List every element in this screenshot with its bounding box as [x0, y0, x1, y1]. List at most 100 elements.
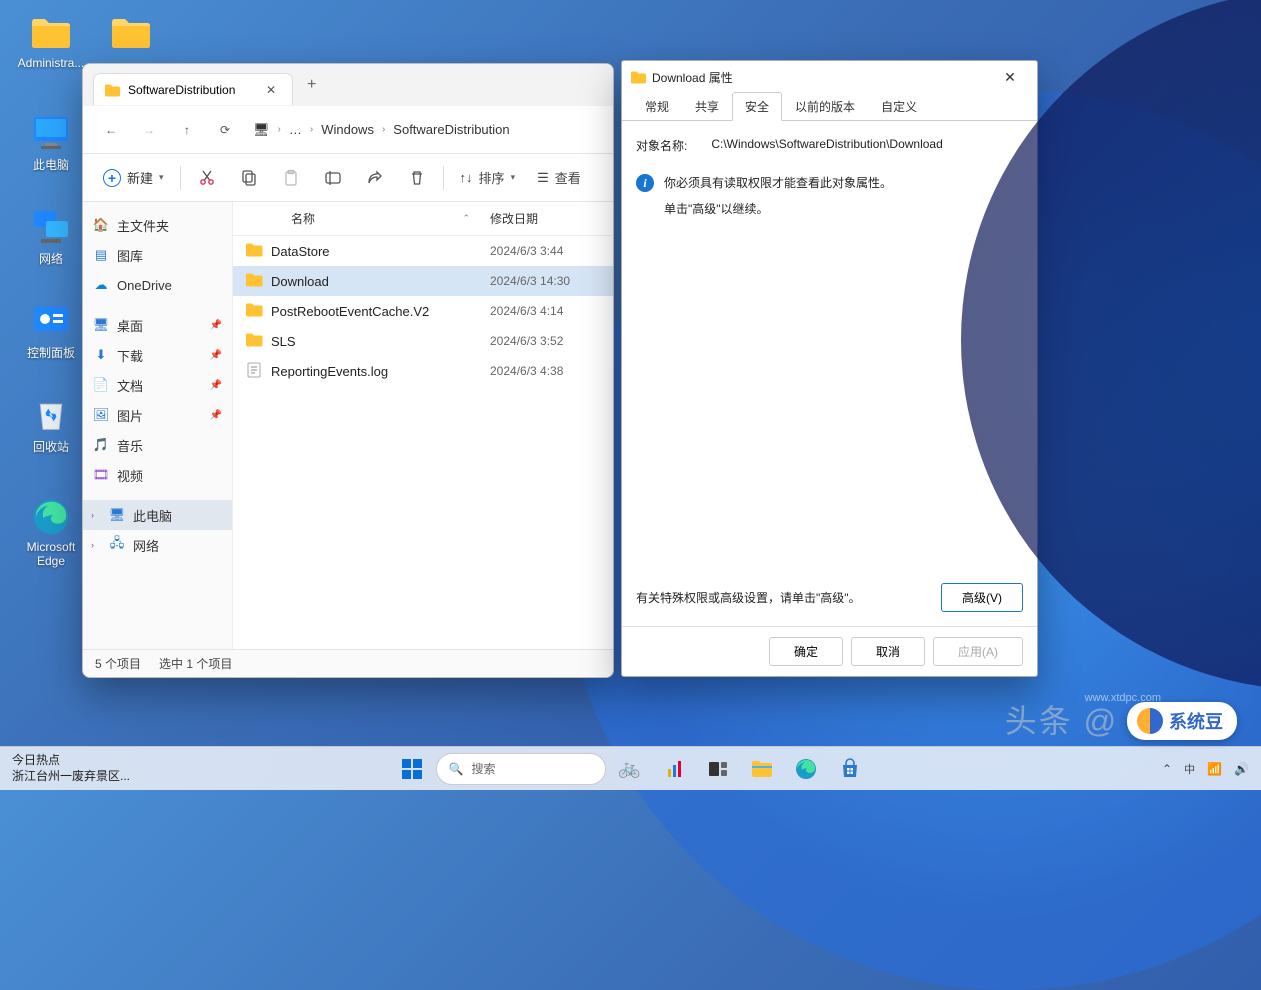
- tab-title: SoftwareDistribution: [128, 83, 235, 97]
- taskbar-copilot[interactable]: 🚲: [610, 749, 650, 789]
- breadcrumb-seg[interactable]: Windows: [321, 122, 374, 137]
- new-tab-button[interactable]: +: [301, 70, 322, 100]
- rename-icon: [324, 169, 342, 187]
- volume-tray-icon[interactable]: 🔊: [1234, 762, 1249, 776]
- folder-icon: [245, 242, 263, 261]
- sidebar-item-onedrive[interactable]: ☁OneDrive: [83, 270, 232, 300]
- taskbar-edge[interactable]: [786, 749, 826, 789]
- taskbar-search[interactable]: 🔍 搜索: [436, 753, 606, 785]
- control-panel-icon: [30, 302, 72, 340]
- sidebar-item-gallery[interactable]: ▤图库: [83, 240, 232, 270]
- file-name: DataStore: [271, 244, 330, 259]
- tab-security[interactable]: 安全: [732, 92, 782, 121]
- sidebar-item-videos[interactable]: 🎞视频: [83, 460, 232, 490]
- cancel-button[interactable]: 取消: [851, 637, 925, 666]
- breadcrumb-seg[interactable]: SoftwareDistribution: [393, 122, 509, 137]
- file-name: PostRebootEventCache.V2: [271, 304, 429, 319]
- up-button[interactable]: ↑: [169, 112, 205, 148]
- breadcrumb[interactable]: 🖥 › … › Windows › SoftwareDistribution: [253, 122, 510, 138]
- monitor-icon: 🖥: [109, 507, 125, 523]
- network-icon: [30, 208, 72, 246]
- desktop-icon-recycle-bin[interactable]: 回收站: [14, 396, 88, 455]
- window-tab[interactable]: SoftwareDistribution ✕: [93, 73, 293, 105]
- dialog-body: 对象名称: C:\Windows\SoftwareDistribution\Do…: [622, 121, 1037, 626]
- widget-icon: [663, 758, 685, 780]
- desktop-icon-admin-folder[interactable]: Administra...: [14, 14, 88, 70]
- sidebar-item-this-pc[interactable]: ›🖥此电脑: [83, 500, 232, 530]
- file-row[interactable]: PostRebootEventCache.V2 2024/6/3 4:14: [233, 296, 613, 326]
- taskbar-widget[interactable]: [654, 749, 694, 789]
- folder-icon: [751, 759, 773, 779]
- chevron-up-icon[interactable]: ⌃: [1162, 762, 1172, 776]
- dialog-close-button[interactable]: ✕: [991, 63, 1029, 91]
- folder-icon: [30, 14, 72, 52]
- view-icon: ☰: [537, 170, 549, 186]
- music-icon: 🎵: [93, 437, 109, 453]
- desktop-icon-this-pc[interactable]: 此电脑: [14, 114, 88, 173]
- taskbar-tray[interactable]: ⌃ 中 📶 🔊: [1162, 761, 1249, 777]
- hot-text: 浙江台州一废弃景区...: [12, 769, 130, 785]
- sort-button[interactable]: ↑↓排序▾: [450, 160, 526, 196]
- taskbar-center: 🔍 搜索 🚲: [392, 749, 870, 789]
- taskbar-news[interactable]: 今日热点 浙江台州一废弃景区...: [0, 751, 142, 786]
- start-button[interactable]: [392, 749, 432, 789]
- col-modified[interactable]: 修改日期: [490, 210, 538, 227]
- ok-button[interactable]: 确定: [769, 637, 843, 666]
- taskbar-taskview[interactable]: [698, 749, 738, 789]
- refresh-button[interactable]: ⟳: [207, 112, 243, 148]
- documents-icon: 📄: [93, 377, 109, 393]
- advanced-button[interactable]: 高级(V): [941, 583, 1023, 612]
- language-indicator[interactable]: 中: [1184, 761, 1195, 777]
- copy-button[interactable]: [229, 160, 269, 196]
- tab-previous-versions[interactable]: 以前的版本: [782, 92, 868, 121]
- sidebar-item-downloads[interactable]: ⬇下载📌: [83, 340, 232, 370]
- tab-close-icon[interactable]: ✕: [260, 83, 282, 97]
- sidebar-item-pictures[interactable]: 🖼图片📌: [83, 400, 232, 430]
- network-tray-icon[interactable]: 📶: [1207, 762, 1222, 776]
- sidebar-item-network[interactable]: ›🖧网络: [83, 530, 232, 560]
- desktop-icon-folder2[interactable]: [94, 14, 168, 56]
- col-name[interactable]: 名称: [291, 210, 315, 227]
- back-button[interactable]: ←: [93, 112, 129, 148]
- desktop-icon-control-panel[interactable]: 控制面板: [14, 302, 88, 361]
- tab-customize[interactable]: 自定义: [868, 92, 930, 121]
- column-headers: 名称 ⌃ 修改日期: [233, 202, 613, 236]
- file-row[interactable]: ReportingEvents.log2024/6/3 4:38: [233, 356, 613, 386]
- file-row[interactable]: Download 2024/6/3 14:30: [233, 266, 613, 296]
- object-path: C:\Windows\SoftwareDistribution\Download: [711, 137, 942, 154]
- taskbar-store[interactable]: [830, 749, 870, 789]
- view-button[interactable]: ☰查看: [527, 160, 591, 196]
- paste-button[interactable]: [271, 160, 311, 196]
- taskview-icon: [708, 759, 728, 779]
- dialog-titlebar: Download 属性 ✕: [622, 61, 1037, 93]
- file-name: Download: [271, 274, 329, 289]
- share-button[interactable]: [355, 160, 395, 196]
- file-row[interactable]: SLS2024/6/3 3:52: [233, 326, 613, 356]
- file-row[interactable]: DataStore2024/6/3 3:44: [233, 236, 613, 266]
- tab-sharing[interactable]: 共享: [682, 92, 732, 121]
- desktop-icon-network[interactable]: 网络: [14, 208, 88, 267]
- apply-button[interactable]: 应用(A): [933, 637, 1023, 666]
- breadcrumb-ellipsis[interactable]: …: [289, 122, 302, 137]
- folder-icon: [630, 70, 646, 84]
- sort-indicator-icon: ⌃: [462, 213, 470, 224]
- sidebar-item-desktop[interactable]: 🖥桌面📌: [83, 310, 232, 340]
- sidebar-item-music[interactable]: 🎵音乐: [83, 430, 232, 460]
- forward-button[interactable]: →: [131, 112, 167, 148]
- desktop-icon-edge[interactable]: Microsoft Edge: [14, 498, 88, 568]
- sidebar-item-documents[interactable]: 📄文档📌: [83, 370, 232, 400]
- sidebar-item-home[interactable]: 🏠主文件夹: [83, 210, 232, 240]
- taskbar-explorer[interactable]: [742, 749, 782, 789]
- tab-general[interactable]: 常规: [632, 92, 682, 121]
- rename-button[interactable]: [313, 160, 353, 196]
- file-date: 2024/6/3 4:14: [490, 304, 563, 318]
- delete-button[interactable]: [397, 160, 437, 196]
- chevron-right-icon: ›: [310, 124, 313, 135]
- new-button[interactable]: +新建▾: [93, 160, 174, 196]
- file-date: 2024/6/3 4:38: [490, 364, 563, 378]
- hot-label: 今日热点: [12, 753, 130, 769]
- logo-icon: [1137, 708, 1163, 734]
- file-date: 2024/6/3 14:30: [490, 274, 570, 288]
- cut-button[interactable]: [187, 160, 227, 196]
- taskbar: 今日热点 浙江台州一废弃景区... 🔍 搜索 🚲 ⌃ 中 📶 🔊: [0, 746, 1261, 790]
